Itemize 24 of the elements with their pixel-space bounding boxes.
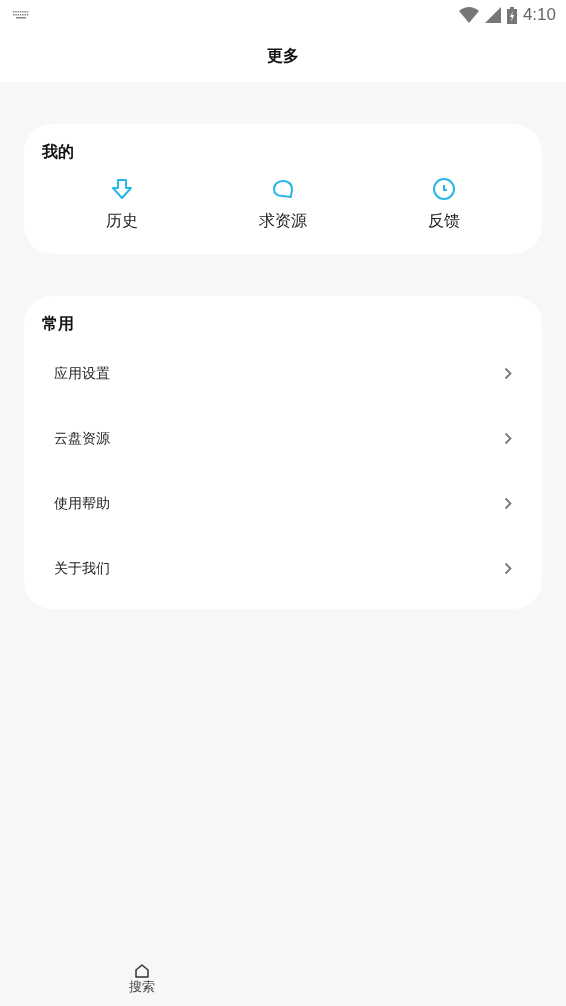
section-title: 我的 [42,142,75,163]
download-arrow-icon [110,177,135,201]
chevron-right-icon [504,562,512,575]
wifi-icon [458,7,479,23]
keyboard-icon [13,11,29,19]
menu-item[interactable]: 关于我们 [42,536,524,601]
menu-item[interactable]: 应用设置 [42,341,524,406]
page-title: 更多 [267,45,299,67]
home-icon [133,964,150,978]
chat-bubble-icon [271,177,295,201]
shortcut-button[interactable]: 历史 [42,177,203,232]
menu-item[interactable]: 云盘资源 [42,406,524,471]
status-time: 4:10 [522,5,556,25]
battery-icon [506,6,517,24]
shortcut-button[interactable]: 反馈 [363,177,524,232]
menu-item[interactable]: 使用帮助 [42,471,524,536]
tab-button[interactable]: 搜索 [0,960,283,1006]
chevron-right-icon [504,367,512,380]
shortcut-button[interactable]: 求资源 [202,177,364,232]
clock-icon [431,177,456,201]
signal-icon [484,7,501,23]
chevron-right-icon [504,497,512,510]
section-title: 常用 [42,314,75,335]
chevron-right-icon [504,432,512,445]
